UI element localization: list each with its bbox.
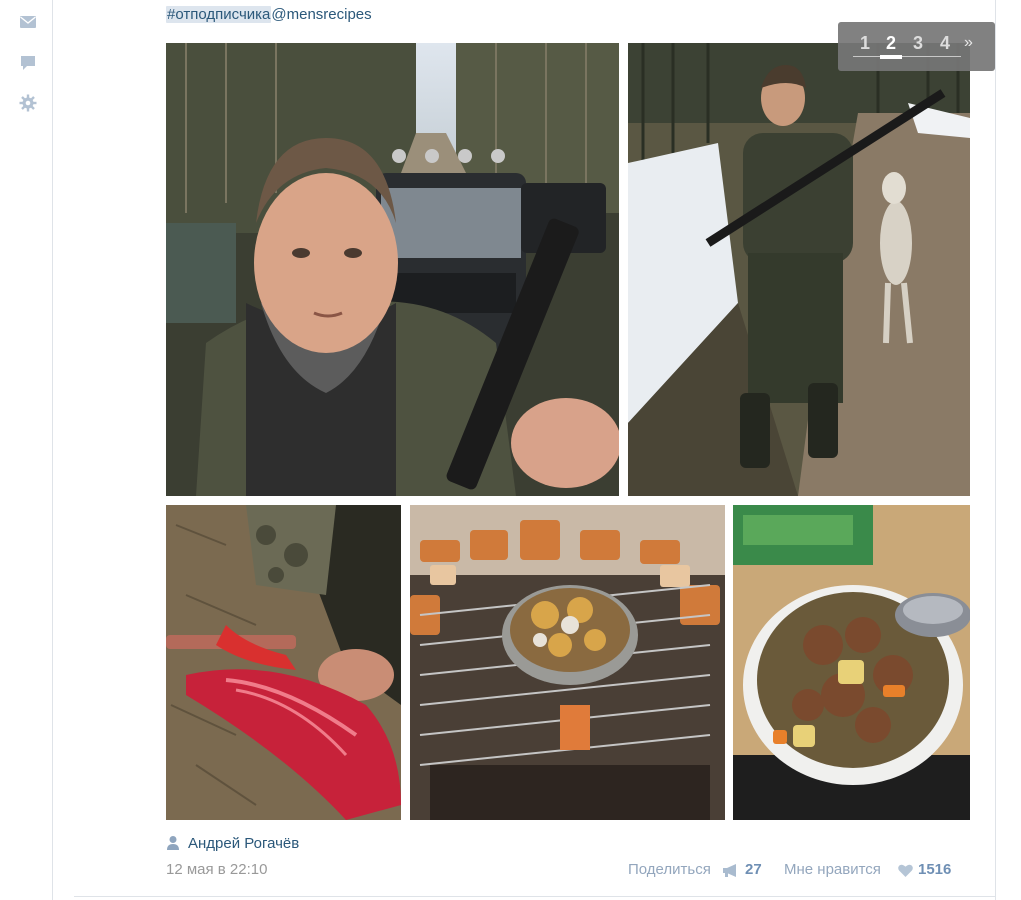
comment-icon[interactable] — [19, 54, 37, 72]
heart-icon[interactable] — [898, 864, 913, 877]
hashtag-link[interactable]: #отподписчика — [166, 6, 272, 23]
post-text: #отподписчика@mensrecipes — [166, 5, 372, 25]
share-label[interactable]: Поделиться — [628, 860, 711, 880]
pager-page-1[interactable]: 1 — [860, 32, 870, 54]
post-divider — [74, 896, 995, 897]
pager-active-indicator — [880, 55, 902, 59]
pager-page-4[interactable]: 4 — [940, 32, 950, 54]
like-label[interactable]: Мне нравится — [784, 860, 881, 880]
photo-stew-bowl[interactable] — [733, 505, 970, 820]
pager-page-2[interactable]: 2 — [886, 32, 896, 54]
left-sidebar — [0, 0, 53, 900]
megaphone-icon[interactable] — [721, 863, 741, 878]
photo-pager: 1 2 3 4 » — [838, 22, 995, 71]
author-name-link[interactable]: Андрей Рогачёв — [188, 834, 299, 854]
photo-skinning[interactable] — [166, 505, 401, 820]
mail-icon[interactable] — [19, 14, 37, 32]
pager-underline — [853, 56, 961, 57]
gear-icon[interactable] — [19, 94, 37, 112]
photo-hunter[interactable] — [628, 43, 970, 496]
user-icon — [166, 835, 180, 851]
post-view: #отподписчика@mensrecipes 1 2 3 4 » Андр… — [0, 0, 1021, 900]
pager-page-3[interactable]: 3 — [913, 32, 923, 54]
post-date[interactable]: 12 мая в 22:10 — [166, 860, 267, 880]
content-border — [995, 0, 996, 900]
photo-selfie[interactable] — [166, 43, 619, 496]
like-count[interactable]: 1516 — [918, 860, 951, 880]
share-count[interactable]: 27 — [745, 860, 762, 880]
mention-link[interactable]: @mensrecipes — [271, 6, 371, 23]
pager-next-arrow[interactable]: » — [964, 32, 973, 54]
photo-campfire-pot[interactable] — [410, 505, 725, 820]
